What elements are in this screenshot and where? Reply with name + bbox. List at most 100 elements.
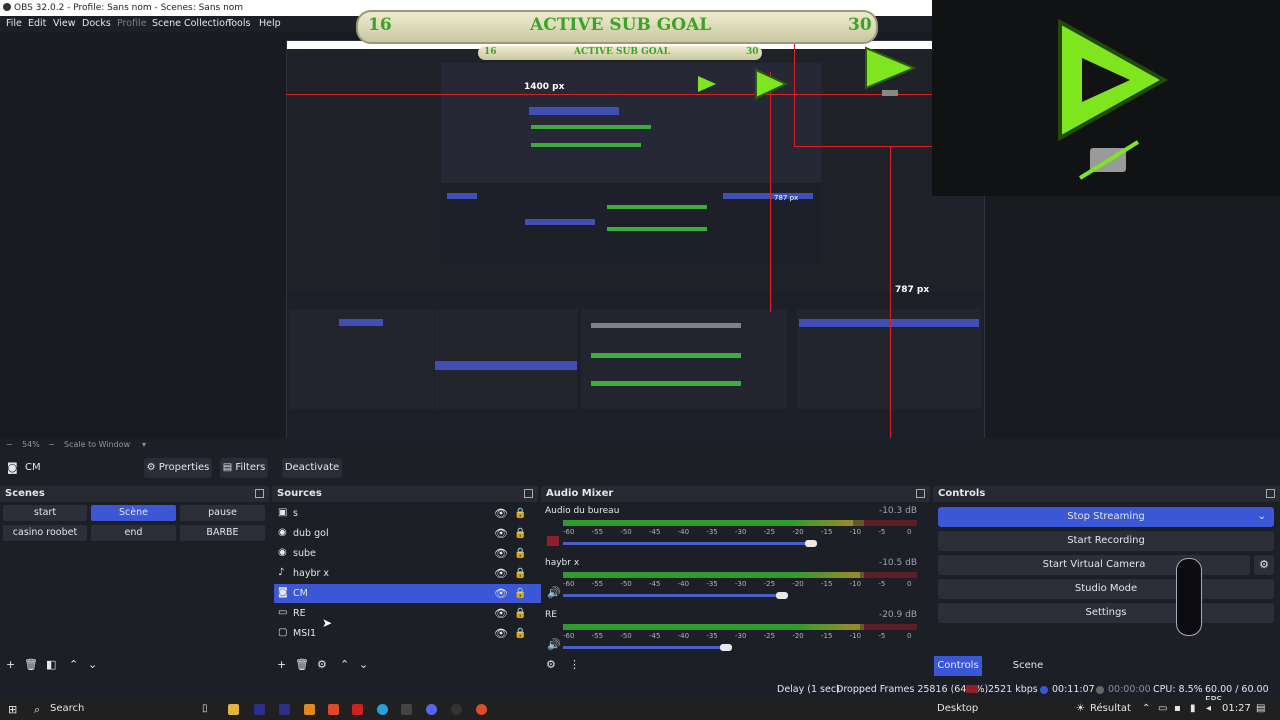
windows-start-icon[interactable]: ⊞ [8, 703, 17, 716]
menu-docks[interactable]: Docks [82, 18, 111, 29]
mute-icon[interactable] [547, 536, 559, 546]
fader-knob[interactable] [776, 592, 789, 599]
scene-filters-icon[interactable]: ◧ [46, 658, 56, 671]
deactivate-button[interactable]: Deactivate [282, 458, 342, 478]
start-virtual-camera-button[interactable]: Start Virtual Camera [938, 555, 1250, 575]
app-icon[interactable] [401, 704, 412, 715]
scale-tick-label: 0 [907, 528, 912, 536]
goal-title-nested: ACTIVE SUB GOAL [574, 47, 670, 57]
media-encoder-icon[interactable] [279, 704, 290, 715]
speaker-icon[interactable]: 🔊 [547, 586, 561, 599]
lock-icon[interactable]: 🔒 [514, 584, 526, 603]
zoom-mode[interactable]: Scale to Window [64, 440, 130, 449]
virtual-camera-settings-icon[interactable]: ⚙ [1254, 555, 1274, 575]
obs-icon[interactable] [451, 704, 462, 715]
move-up-icon[interactable]: ⌃ [69, 658, 78, 671]
file-explorer-icon[interactable] [228, 704, 239, 715]
taskbar-weather[interactable]: Résultat [1090, 703, 1131, 714]
menu-tools[interactable]: Tools [227, 18, 250, 29]
tray-chevron-icon[interactable]: ⌃ [1142, 703, 1150, 714]
studio-mode-button[interactable]: Studio Mode [938, 579, 1274, 599]
lock-icon[interactable]: 🔒 [514, 564, 526, 583]
float-icon[interactable] [916, 489, 925, 498]
app-icon[interactable] [304, 704, 315, 715]
tab-scene-transitions[interactable]: Scene Transitions [986, 656, 1070, 691]
app-icon[interactable] [352, 704, 363, 715]
menu-help[interactable]: Help [259, 18, 281, 29]
volume-fader[interactable] [563, 540, 817, 547]
visibility-eye-icon[interactable]: 👁 [494, 624, 508, 643]
volume-fader[interactable] [563, 592, 789, 599]
stop-streaming-button[interactable]: Stop Streaming ⌄ [938, 507, 1274, 527]
obs-app-icon [3, 3, 11, 11]
taskbar-search[interactable]: Search [50, 703, 84, 714]
lock-icon[interactable]: 🔒 [514, 524, 526, 543]
tab-controls[interactable]: Controls [934, 656, 982, 676]
lock-icon[interactable]: 🔒 [514, 544, 526, 563]
zoom-minus-icon[interactable]: − [6, 440, 13, 449]
scene-start[interactable]: start [3, 505, 87, 521]
visibility-eye-icon[interactable]: 👁 [494, 524, 508, 543]
speaker-icon[interactable]: ◂ [1206, 703, 1211, 714]
telegram-icon[interactable] [377, 704, 388, 715]
lock-icon[interactable]: 🔒 [514, 604, 526, 623]
move-down-icon[interactable]: ⌄ [88, 658, 97, 671]
tray-icon[interactable]: ▭ [1158, 703, 1167, 714]
chevron-down-icon[interactable]: ⌄ [1258, 507, 1266, 527]
scene-barbe[interactable]: BARBE [180, 525, 265, 541]
mic-icon[interactable]: ▮ [1190, 703, 1196, 714]
scene-pause[interactable]: pause [180, 505, 265, 521]
task-view-icon[interactable]: ▯ [202, 703, 208, 714]
menu-edit[interactable]: Edit [28, 18, 46, 29]
taskbar-desktop[interactable]: Desktop [937, 703, 978, 714]
fader-knob[interactable] [719, 644, 732, 651]
remove-source-icon[interactable]: 🗑 [295, 658, 309, 671]
source-settings-icon[interactable]: ⚙ [317, 658, 327, 671]
network-icon[interactable]: ▪ [1174, 703, 1181, 714]
visibility-eye-icon[interactable]: 👁 [494, 584, 508, 603]
channel-name: haybr x [545, 558, 580, 568]
volume-fader[interactable] [563, 644, 732, 651]
lock-icon[interactable]: 🔒 [514, 504, 526, 523]
fader-knob[interactable] [804, 540, 817, 547]
premiere-icon[interactable] [254, 704, 265, 715]
menu-scene-collection[interactable]: Scene Collection [152, 18, 231, 29]
float-icon[interactable] [255, 489, 264, 498]
remove-scene-icon[interactable]: 🗑 [24, 658, 38, 671]
scene-scene-active[interactable]: Scène [91, 505, 176, 521]
notification-icon[interactable]: ▤ [1256, 703, 1265, 714]
zoom-dropdown-icon[interactable]: ▾ [142, 440, 146, 449]
chrome-icon[interactable] [476, 704, 487, 715]
scene-casino-roobet[interactable]: casino roobet [3, 525, 87, 541]
add-scene-icon[interactable]: + [6, 658, 15, 671]
status-bitrate: 2521 kbps [988, 684, 1038, 695]
scene-end[interactable]: end [91, 525, 176, 541]
move-down-icon[interactable]: ⌄ [359, 658, 368, 671]
scale-tick-label: 0 [907, 580, 912, 588]
menu-profile[interactable]: Profile [117, 18, 147, 29]
add-source-icon[interactable]: + [277, 658, 286, 671]
measure-height-label-small: 787 px [774, 194, 799, 202]
scale-tick-label: -30 [735, 528, 747, 536]
zoom-plus-icon[interactable]: − [48, 440, 55, 449]
move-up-icon[interactable]: ⌃ [340, 658, 349, 671]
visibility-eye-icon[interactable]: 👁 [494, 544, 508, 563]
float-icon[interactable] [524, 489, 533, 498]
brave-icon[interactable] [328, 704, 339, 715]
mixer-advanced-icon[interactable]: ⚙ [546, 658, 556, 671]
visibility-eye-icon[interactable]: 👁 [494, 564, 508, 583]
filters-button[interactable]: ▤ Filters [220, 458, 268, 478]
settings-button[interactable]: Settings [938, 603, 1274, 623]
menu-view[interactable]: View [53, 18, 76, 29]
start-recording-button[interactable]: Start Recording [938, 531, 1274, 551]
float-icon[interactable] [1266, 489, 1275, 498]
menu-file[interactable]: File [6, 18, 22, 29]
discord-icon[interactable] [426, 704, 437, 715]
lock-icon[interactable]: 🔒 [514, 624, 526, 643]
visibility-eye-icon[interactable]: 👁 [494, 504, 508, 523]
properties-button[interactable]: ⚙ Properties [144, 458, 212, 478]
search-icon[interactable]: ⌕ [34, 703, 40, 717]
speaker-icon[interactable]: 🔊 [547, 638, 561, 651]
visibility-eye-icon[interactable]: 👁 [494, 604, 508, 623]
mixer-menu-icon[interactable]: ⋮ [569, 658, 580, 671]
